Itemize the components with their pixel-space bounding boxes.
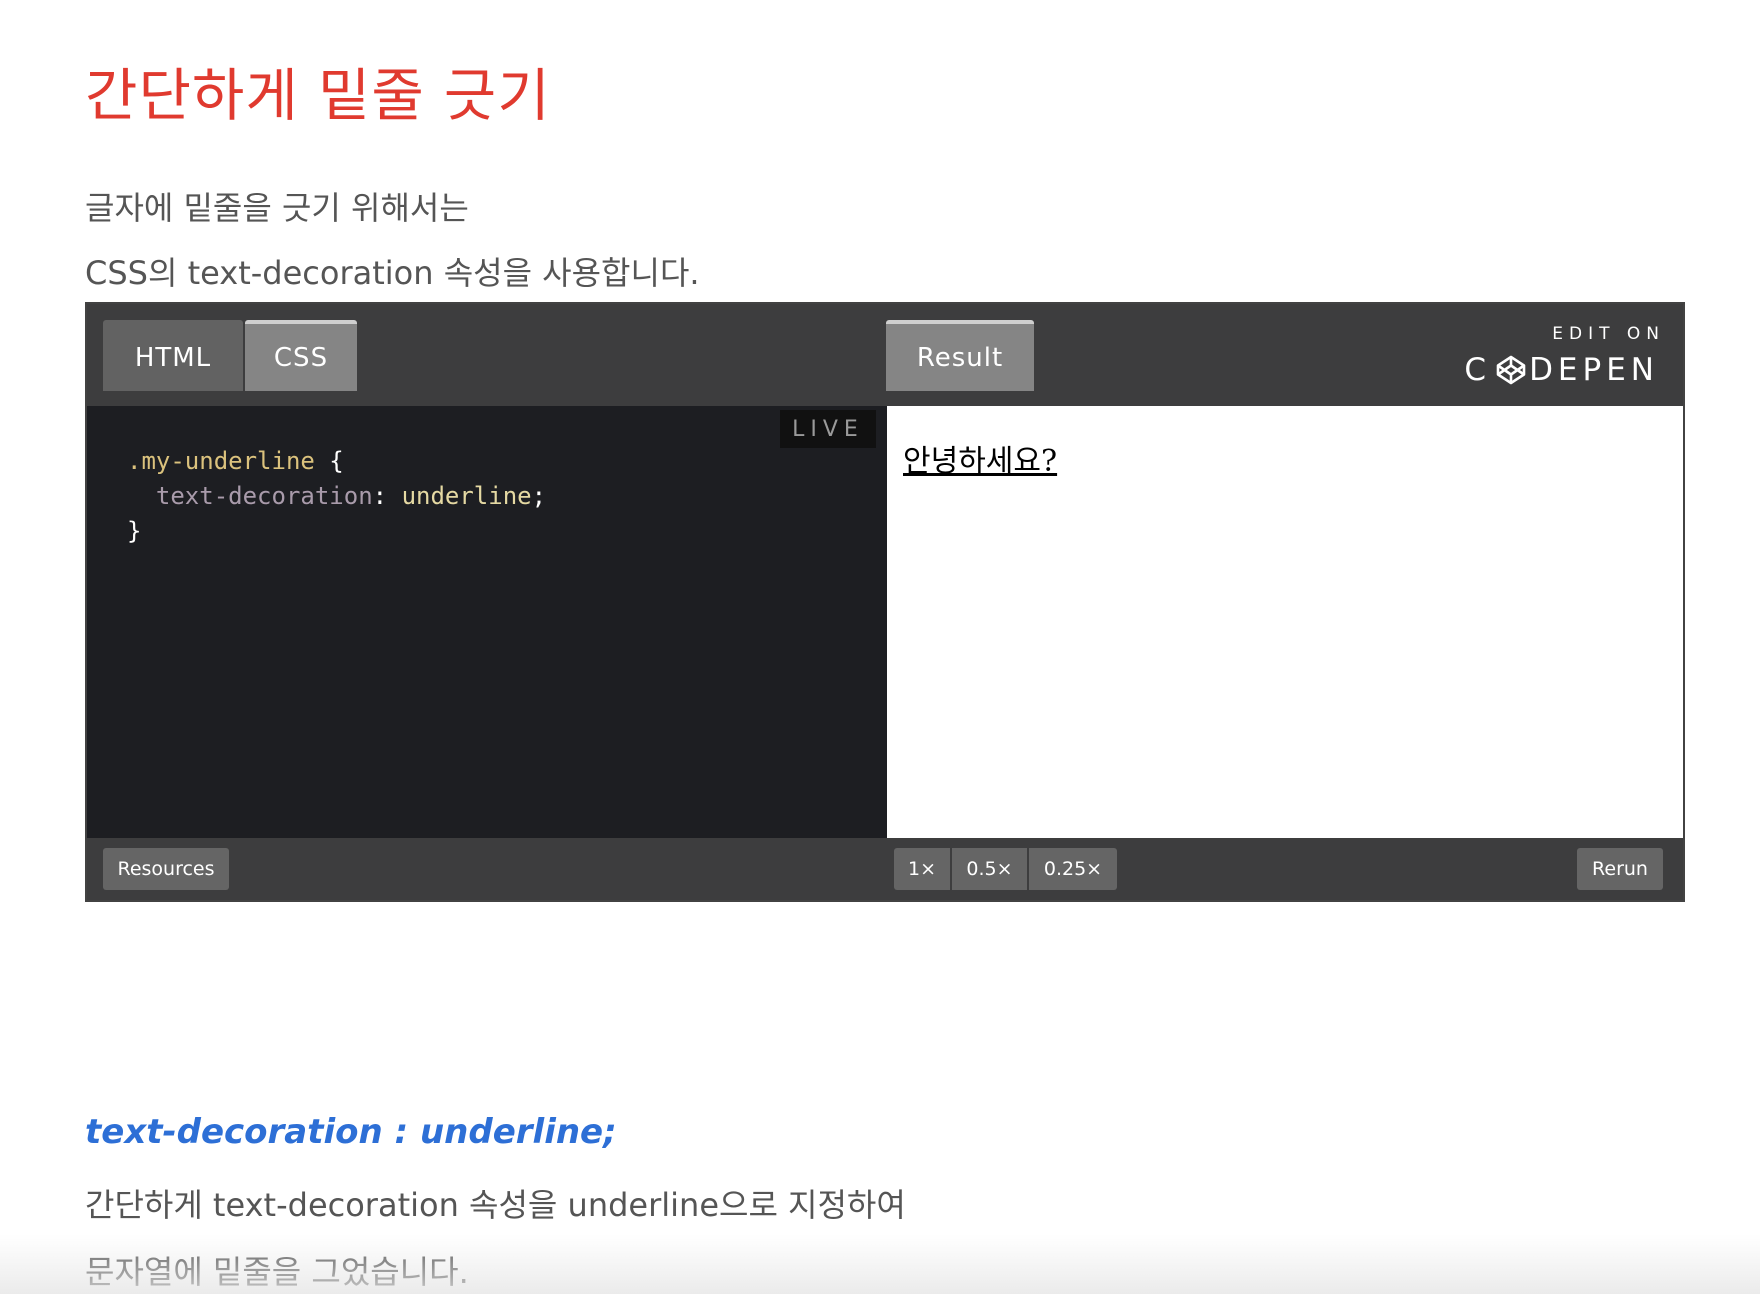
resources-button[interactable]: Resources <box>103 848 229 890</box>
brand-label-left: C <box>1464 352 1492 388</box>
code-open-brace: { <box>329 447 344 475</box>
outro-line-1: 간단하게 text-decoration 속성을 underline으로 지정하… <box>85 1186 906 1224</box>
embed-header: HTML CSS Result EDIT ON C DEPEN <box>87 304 1683 406</box>
page-title: 간단하게 밑줄 긋기 <box>85 63 551 129</box>
zoom-0-25x-button[interactable]: 0.25× <box>1029 848 1117 890</box>
outro-line-2: 문자열에 밑줄을 그었습니다. <box>85 1253 469 1291</box>
codepen-logo: C DEPEN <box>1464 352 1659 388</box>
tab-html[interactable]: HTML <box>103 320 243 391</box>
edit-on-codepen-link[interactable]: EDIT ON C DEPEN <box>1464 324 1659 388</box>
tab-css[interactable]: CSS <box>245 320 357 391</box>
css-code: .my-underline { text-decoration: underli… <box>127 444 546 549</box>
live-badge: LIVE <box>780 410 876 448</box>
intro-line-1: 글자에 밑줄을 긋기 위해서는 <box>85 189 469 227</box>
zoom-button-group: 1× 0.5× 0.25× <box>894 848 1117 890</box>
rerun-button[interactable]: Rerun <box>1577 848 1663 890</box>
brand-label-right: DEPEN <box>1529 352 1659 388</box>
code-value: underline <box>401 482 532 510</box>
code-close-brace: } <box>127 517 142 545</box>
code-property: text-decoration <box>155 482 373 510</box>
code-selector: .my-underline <box>127 447 315 475</box>
codepen-cube-icon <box>1496 355 1526 385</box>
zoom-1x-button[interactable]: 1× <box>894 848 952 890</box>
result-pane: 안녕하세요? <box>887 406 1683 840</box>
embed-footer: Resources 1× 0.5× 0.25× Rerun <box>87 838 1683 900</box>
section-subheading: text-decoration : underline; <box>85 1112 617 1152</box>
css-editor-pane[interactable]: LIVE .my-underline { text-decoration: un… <box>87 406 886 840</box>
codepen-embed: HTML CSS Result EDIT ON C DEPEN LIVE .my… <box>85 302 1685 902</box>
code-semicolon: ; <box>531 482 547 510</box>
edit-on-label: EDIT ON <box>1552 324 1665 344</box>
code-colon: : <box>372 482 388 510</box>
result-underlined-text: 안녕하세요? <box>903 444 1058 479</box>
intro-line-2: CSS의 text-decoration 속성을 사용합니다. <box>85 254 700 292</box>
zoom-0-5x-button[interactable]: 0.5× <box>952 848 1029 890</box>
tab-result[interactable]: Result <box>886 320 1034 391</box>
